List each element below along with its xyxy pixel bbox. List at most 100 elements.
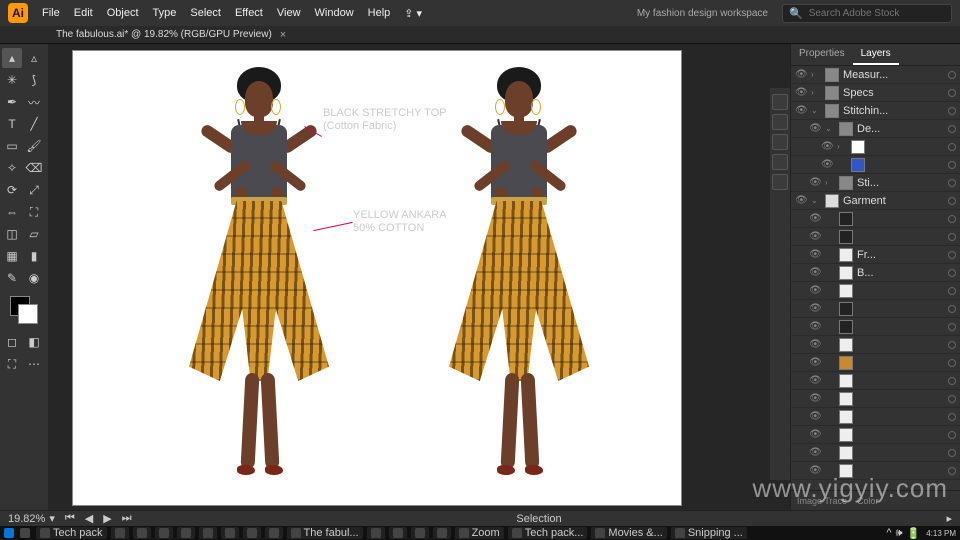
twirl-icon[interactable]: ⌄ — [825, 124, 835, 133]
panel-button[interactable] — [772, 154, 788, 170]
target-icon[interactable] — [948, 233, 956, 241]
artboard[interactable]: BLACK STRETCHY TOP(Cotton Fabric) YELLOW… — [72, 50, 682, 506]
tray-icons[interactable]: ^🕪🔋 — [886, 527, 920, 540]
visibility-icon[interactable]: 👁 — [809, 123, 821, 135]
panel-button[interactable] — [772, 114, 788, 130]
paintbrush-tool[interactable]: 🖌 — [24, 136, 44, 156]
line-tool[interactable]: ╱ — [24, 114, 44, 134]
layer-row[interactable]: 👁 — [791, 336, 960, 354]
menu-select[interactable]: Select — [190, 7, 221, 19]
target-icon[interactable] — [948, 395, 956, 403]
taskbar-item[interactable] — [433, 527, 451, 539]
taskbar-item[interactable] — [265, 527, 283, 539]
nav-prev-icon[interactable]: ◀ — [85, 512, 93, 525]
visibility-icon[interactable]: 👁 — [809, 213, 821, 225]
visibility-icon[interactable]: 👁 — [809, 267, 821, 279]
gradient-tool[interactable]: ▮ — [24, 246, 44, 266]
layer-row[interactable]: 👁›Sti... — [791, 174, 960, 192]
taskbar-item[interactable] — [389, 527, 407, 539]
taskbar-item[interactable] — [243, 527, 261, 539]
menu-object[interactable]: Object — [107, 7, 139, 19]
visibility-icon[interactable]: 👁 — [795, 105, 807, 117]
screen-mode[interactable]: ⛶ — [2, 354, 22, 374]
visibility-icon[interactable]: 👁 — [809, 285, 821, 297]
zoom-level[interactable]: 19.82% ▾ — [8, 512, 55, 525]
annotation-top[interactable]: BLACK STRETCHY TOP(Cotton Fabric) — [323, 107, 446, 132]
taskbar-item[interactable]: Tech pack... — [508, 527, 588, 539]
menu-effect[interactable]: Effect — [235, 7, 263, 19]
taskbar-item[interactable]: Movies &... — [591, 527, 666, 539]
rectangle-tool[interactable]: ▭ — [2, 136, 22, 156]
blend-tool[interactable]: ◉ — [24, 268, 44, 288]
rotate-tool[interactable]: ⟳ — [2, 180, 22, 200]
target-icon[interactable] — [948, 323, 956, 331]
twirl-icon[interactable]: › — [811, 70, 821, 79]
workspace-switcher[interactable]: My fashion design workspace — [637, 8, 768, 19]
menu-view[interactable]: View — [277, 7, 301, 19]
twirl-icon[interactable]: › — [825, 178, 835, 187]
tab-layers[interactable]: Layers — [853, 44, 899, 65]
nav-next-icon[interactable]: ▶ — [103, 512, 111, 525]
visibility-icon[interactable]: 👁 — [795, 87, 807, 99]
layer-row[interactable]: 👁⌄Garment — [791, 192, 960, 210]
taskbar-item[interactable]: Snipping ... — [671, 527, 747, 539]
draw-mode-behind[interactable]: ◧ — [24, 332, 44, 352]
fill-stroke-swatch[interactable] — [10, 296, 38, 324]
draw-mode-normal[interactable]: ◻ — [2, 332, 22, 352]
target-icon[interactable] — [948, 449, 956, 457]
stroke-color-icon[interactable] — [18, 304, 38, 324]
layer-row[interactable]: 👁 — [791, 426, 960, 444]
visibility-icon[interactable]: 👁 — [795, 69, 807, 81]
layers-list[interactable]: 👁›Measur...👁›Specs👁⌄Stitchin...👁⌄De...👁›… — [791, 66, 960, 490]
visibility-icon[interactable]: 👁 — [809, 177, 821, 189]
menu-window[interactable]: Window — [315, 7, 354, 19]
layer-row[interactable]: 👁B... — [791, 264, 960, 282]
visibility-icon[interactable]: 👁 — [809, 411, 821, 423]
menu-help[interactable]: Help — [368, 7, 391, 19]
target-icon[interactable] — [948, 125, 956, 133]
twirl-icon[interactable]: › — [837, 142, 847, 151]
selection-tool[interactable]: ▴ — [2, 48, 22, 68]
target-icon[interactable] — [948, 71, 956, 79]
taskbar-clock[interactable]: 4:13 PM — [926, 529, 956, 538]
twirl-icon[interactable]: › — [811, 88, 821, 97]
target-icon[interactable] — [948, 305, 956, 313]
visibility-icon[interactable]: 👁 — [809, 429, 821, 441]
target-icon[interactable] — [948, 89, 956, 97]
close-tab-icon[interactable]: × — [280, 29, 286, 41]
layer-row[interactable]: 👁 — [791, 228, 960, 246]
visibility-icon[interactable]: 👁 — [809, 231, 821, 243]
eyedropper-tool[interactable]: ✎ — [2, 268, 22, 288]
nav-last-icon[interactable]: ⏭ — [122, 512, 132, 525]
edit-toolbar[interactable]: ⋯ — [24, 354, 44, 374]
taskbar-item[interactable] — [221, 527, 239, 539]
target-icon[interactable] — [948, 179, 956, 187]
layer-row[interactable]: 👁 — [791, 390, 960, 408]
layer-row[interactable]: 👁 — [791, 300, 960, 318]
target-icon[interactable] — [948, 431, 956, 439]
taskbar-item[interactable] — [367, 527, 385, 539]
target-icon[interactable] — [948, 359, 956, 367]
layer-row[interactable]: 👁Fr... — [791, 246, 960, 264]
visibility-icon[interactable]: 👁 — [795, 195, 807, 207]
visibility-icon[interactable]: 👁 — [821, 141, 833, 153]
panel-button[interactable] — [772, 134, 788, 150]
layer-row[interactable]: 👁 — [791, 444, 960, 462]
visibility-icon[interactable]: 👁 — [809, 339, 821, 351]
layer-row[interactable]: 👁 — [791, 408, 960, 426]
twirl-icon[interactable]: ⌄ — [811, 106, 821, 115]
visibility-icon[interactable]: 👁 — [809, 375, 821, 387]
document-tab[interactable]: The fabulous.ai* @ 19.82% (RGB/GPU Previ… — [56, 29, 272, 40]
shaper-tool[interactable]: ✧ — [2, 158, 22, 178]
layer-row[interactable]: 👁 — [791, 156, 960, 174]
stock-search[interactable]: 🔍 — [782, 4, 952, 23]
target-icon[interactable] — [948, 161, 956, 169]
target-icon[interactable] — [948, 269, 956, 277]
target-icon[interactable] — [948, 215, 956, 223]
start-button[interactable] — [4, 528, 14, 538]
magic-wand-tool[interactable]: ✳ — [2, 70, 22, 90]
share-icon[interactable]: ⇪ ▾ — [404, 7, 422, 20]
twirl-icon[interactable]: ⌄ — [811, 196, 821, 205]
eraser-tool[interactable]: ⌫ — [24, 158, 44, 178]
visibility-icon[interactable]: 👁 — [809, 321, 821, 333]
